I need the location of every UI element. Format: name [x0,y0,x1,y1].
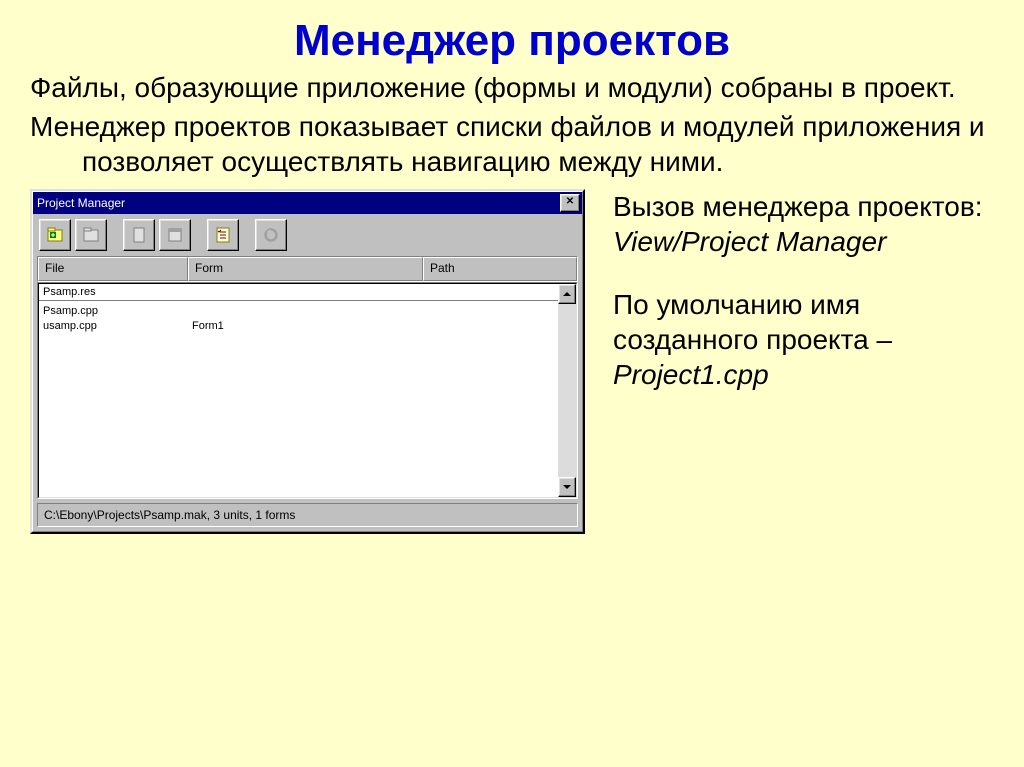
list-separator [39,300,558,302]
content-columns: Project Manager ✕ [0,183,1024,534]
para-1: Файлы, образующие приложение (формы и мо… [30,70,1004,105]
slide-title: Менеджер проектов [0,0,1024,66]
window-title: Project Manager [37,196,560,210]
add-file-icon [46,226,64,244]
page-icon [130,226,148,244]
vertical-scrollbar[interactable] [558,284,576,497]
toolbar-separator-3 [243,220,253,250]
call-paragraph: Вызов менеджера проектов: View/Project M… [613,189,1004,259]
window-inner: Project Manager ✕ [32,191,583,532]
header-file[interactable]: File [38,257,188,281]
cell-form: Form1 [188,320,422,332]
add-file-button[interactable] [39,219,71,251]
column-headers: File Form Path [37,256,578,282]
scroll-up-button[interactable] [558,284,576,304]
cell-file: Psamp.cpp [39,305,188,317]
update-button[interactable] [255,219,287,251]
cell-file: Psamp.res [39,286,188,298]
view-unit-button[interactable] [123,219,155,251]
scroll-down-button[interactable] [558,477,576,497]
para-2: Менеджер проектов показывает списки файл… [30,109,1004,179]
header-path[interactable]: Path [423,257,577,281]
slide-body: Файлы, образующие приложение (формы и мо… [0,66,1024,179]
project-manager-window: Project Manager ✕ [30,189,585,534]
view-form-button[interactable] [159,219,191,251]
close-icon: ✕ [566,196,574,207]
options-button[interactable] [207,219,239,251]
form-icon [166,226,184,244]
call-menu-path: View/Project Manager [613,226,886,257]
status-text: C:\Ebony\Projects\Psamp.mak, 3 units, 1 … [44,508,295,522]
close-button[interactable]: ✕ [560,194,580,212]
window-chrome: Project Manager ✕ [30,189,585,534]
side-notes: Вызов менеджера проектов: View/Project M… [613,189,1004,534]
toolbar-separator-2 [195,220,205,250]
call-label: Вызов менеджера проектов: [613,191,983,222]
chevron-up-icon [563,292,571,296]
toolbar [33,214,582,256]
list-rows-container: Psamp.res Psamp.cpp [39,284,558,497]
listbox-inner: Psamp.res Psamp.cpp [38,283,577,498]
scrollbar-track[interactable] [558,304,576,477]
cell-file: usamp.cpp [39,320,188,332]
options-icon [214,226,232,244]
slide: Менеджер проектов Файлы, образующие прил… [0,0,1024,767]
table-row[interactable]: Psamp.cpp [39,303,558,318]
default-name-label: По умолчанию имя созданного проекта – [613,289,892,355]
chevron-down-icon [563,485,571,489]
remove-file-button[interactable] [75,219,107,251]
status-bar: C:\Ebony\Projects\Psamp.mak, 3 units, 1 … [37,503,578,527]
default-paragraph: По умолчанию имя созданного проекта – Pr… [613,287,1004,392]
header-form[interactable]: Form [188,257,423,281]
file-listbox[interactable]: Psamp.res Psamp.cpp [37,282,578,499]
remove-file-icon [82,226,100,244]
table-row[interactable]: Psamp.res [39,284,558,299]
toolbar-separator [111,220,121,250]
titlebar[interactable]: Project Manager ✕ [33,192,582,214]
refresh-icon [262,226,280,244]
table-row[interactable]: usamp.cpp Form1 [39,318,558,333]
default-project-name: Project1.cpp [613,359,769,390]
